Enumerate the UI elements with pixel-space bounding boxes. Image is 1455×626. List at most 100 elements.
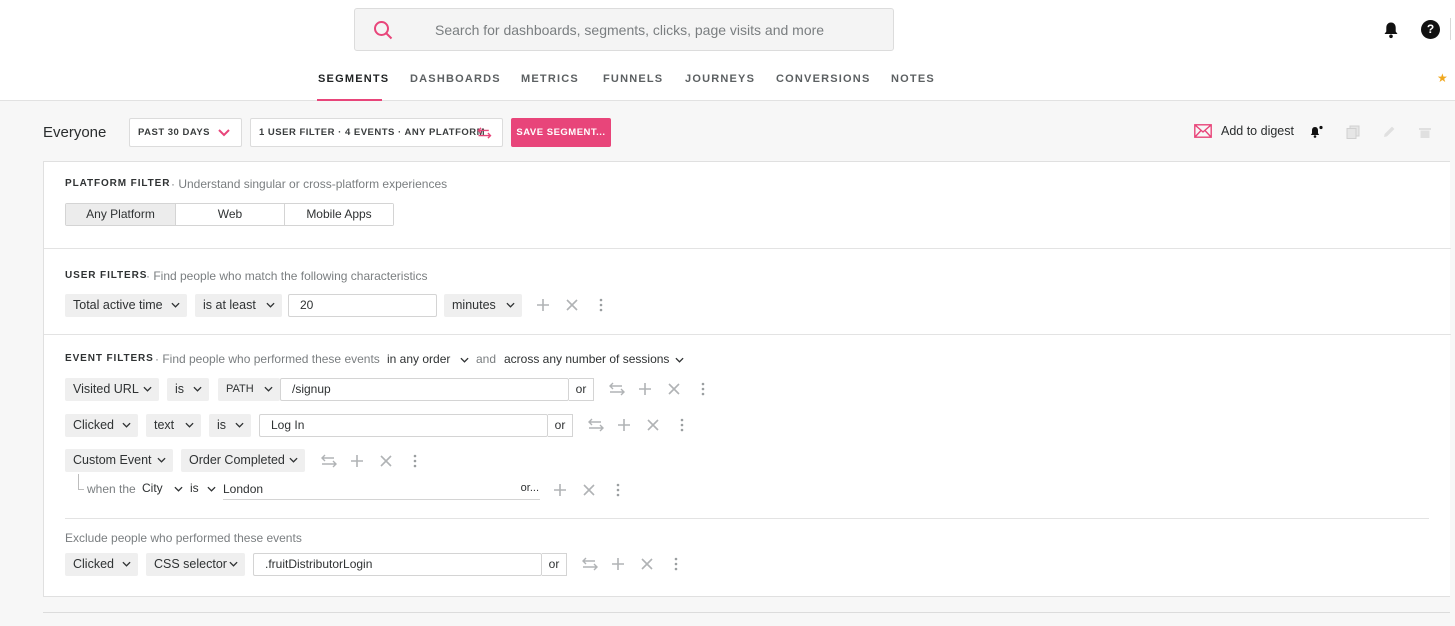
condition-value-input[interactable]: London or... bbox=[223, 478, 540, 500]
star-icon[interactable]: ★ bbox=[1437, 71, 1448, 85]
swap-icon[interactable] bbox=[582, 557, 598, 571]
search-input[interactable] bbox=[435, 9, 875, 50]
add-icon[interactable] bbox=[350, 454, 364, 468]
event-type-dropdown[interactable]: Custom Event bbox=[65, 449, 173, 472]
click-field-label: text bbox=[154, 418, 175, 432]
chevron-down-icon bbox=[157, 457, 166, 463]
event-type-label: Visited URL bbox=[73, 382, 139, 396]
notifications-bell-icon[interactable] bbox=[1382, 21, 1400, 39]
event-filters-heading: EVENT FILTERS bbox=[65, 353, 154, 364]
help-icon[interactable]: ? bbox=[1421, 20, 1440, 39]
more-options-icon[interactable] bbox=[611, 483, 625, 497]
chevron-down-icon bbox=[207, 486, 216, 492]
platform-selector: Any Platform Web Mobile Apps bbox=[65, 203, 394, 226]
segment-toolbar: Everyone PAST 30 DAYS 1 USER FILTER · 4 … bbox=[0, 118, 1455, 148]
platform-option-any[interactable]: Any Platform bbox=[66, 204, 175, 225]
add-icon[interactable] bbox=[638, 382, 652, 396]
add-icon[interactable] bbox=[617, 418, 631, 432]
condition-property-dropdown[interactable]: City bbox=[142, 481, 183, 495]
or-button[interactable]: or... bbox=[521, 482, 539, 494]
exclude-field-label: CSS selector bbox=[154, 557, 227, 571]
active-tab-indicator bbox=[317, 99, 382, 101]
more-options-icon[interactable] bbox=[408, 454, 422, 468]
url-value-input[interactable]: /signup bbox=[280, 378, 569, 401]
divider bbox=[1450, 18, 1451, 40]
add-icon[interactable] bbox=[553, 483, 567, 497]
exclude-event-dropdown[interactable]: Clicked bbox=[65, 553, 138, 576]
user-unit-dropdown[interactable]: minutes bbox=[444, 294, 522, 317]
user-value-input[interactable]: 20 bbox=[288, 294, 437, 317]
chevron-down-icon bbox=[185, 422, 194, 428]
condition-property-label: City bbox=[142, 481, 163, 495]
more-options-icon[interactable] bbox=[675, 418, 689, 432]
more-options-icon[interactable] bbox=[594, 298, 608, 312]
event-type-dropdown[interactable]: Visited URL bbox=[65, 378, 159, 401]
remove-icon[interactable] bbox=[646, 418, 660, 432]
event-type-dropdown[interactable]: Clicked bbox=[65, 414, 138, 437]
edit-pencil-icon[interactable] bbox=[1382, 125, 1396, 139]
divider bbox=[44, 334, 1451, 335]
exclude-field-dropdown[interactable]: CSS selector bbox=[146, 553, 245, 576]
date-range-dropdown[interactable]: PAST 30 DAYS bbox=[129, 118, 242, 147]
platform-filter-subtitle: · Understand singular or cross-platform … bbox=[171, 177, 448, 191]
remove-icon[interactable] bbox=[582, 483, 596, 497]
platform-option-mobile[interactable]: Mobile Apps bbox=[284, 204, 393, 225]
tab-dashboards[interactable]: DASHBOARDS bbox=[410, 73, 501, 85]
more-options-icon[interactable] bbox=[669, 557, 683, 571]
url-field-dropdown[interactable]: PATH bbox=[218, 378, 280, 401]
divider bbox=[44, 248, 1451, 249]
chevron-down-icon bbox=[122, 561, 131, 567]
event-filters-subtitle: · Find people who performed these events bbox=[155, 352, 380, 366]
click-field-dropdown[interactable]: text bbox=[146, 414, 201, 437]
add-icon[interactable] bbox=[536, 298, 550, 312]
save-segment-button[interactable]: SAVE SEGMENT... bbox=[511, 118, 611, 147]
copy-icon[interactable] bbox=[1346, 125, 1360, 139]
event-operator-dropdown[interactable]: is bbox=[167, 378, 209, 401]
tab-metrics[interactable]: METRICS bbox=[521, 73, 579, 85]
mail-icon bbox=[1194, 124, 1212, 138]
chevron-down-icon bbox=[675, 357, 684, 363]
trash-icon[interactable] bbox=[1418, 125, 1432, 139]
remove-icon[interactable] bbox=[379, 454, 393, 468]
tab-notes[interactable]: NOTES bbox=[891, 73, 935, 85]
add-icon[interactable] bbox=[611, 557, 625, 571]
chevron-down-icon bbox=[174, 486, 183, 492]
chevron-down-icon bbox=[171, 302, 180, 308]
remove-icon[interactable] bbox=[667, 382, 681, 396]
add-to-digest-link[interactable]: Add to digest bbox=[1221, 124, 1294, 138]
user-filters-heading: USER FILTERS bbox=[65, 270, 148, 281]
tab-funnels[interactable]: FUNNELS bbox=[603, 73, 663, 85]
user-operator-dropdown[interactable]: is at least bbox=[195, 294, 282, 317]
segment-summary-button[interactable]: 1 USER FILTER · 4 EVENTS · ANY PLATFORM bbox=[250, 118, 503, 147]
chevron-down-icon bbox=[218, 129, 230, 137]
event-order-dropdown[interactable]: in any order bbox=[387, 352, 469, 366]
alert-bell-icon[interactable] bbox=[1309, 125, 1323, 139]
tab-journeys[interactable]: JOURNEYS bbox=[685, 73, 755, 85]
exclude-label: Exclude people who performed these event… bbox=[65, 531, 302, 545]
platform-filter-heading: PLATFORM FILTER bbox=[65, 178, 171, 189]
condition-operator-dropdown[interactable]: is bbox=[190, 481, 216, 495]
custom-event-name-dropdown[interactable]: Order Completed bbox=[181, 449, 305, 472]
or-button[interactable]: or bbox=[548, 414, 573, 437]
swap-icon[interactable] bbox=[588, 418, 604, 432]
more-options-icon[interactable] bbox=[696, 382, 710, 396]
exclude-value-input[interactable]: .fruitDistributorLogin bbox=[253, 553, 542, 576]
swap-icon[interactable] bbox=[321, 454, 337, 468]
user-property-dropdown[interactable]: Total active time bbox=[65, 294, 187, 317]
remove-icon[interactable] bbox=[565, 298, 579, 312]
user-unit-label: minutes bbox=[452, 298, 496, 312]
or-button[interactable]: or bbox=[542, 553, 567, 576]
tab-segments[interactable]: SEGMENTS bbox=[318, 73, 389, 85]
url-field-label: PATH bbox=[226, 383, 254, 395]
tab-conversions[interactable]: CONVERSIONS bbox=[776, 73, 871, 85]
remove-icon[interactable] bbox=[640, 557, 654, 571]
or-button[interactable]: or bbox=[569, 378, 594, 401]
event-operator-dropdown[interactable]: is bbox=[209, 414, 251, 437]
platform-option-web[interactable]: Web bbox=[175, 204, 284, 225]
chevron-down-icon bbox=[460, 357, 469, 363]
swap-icon[interactable] bbox=[609, 382, 625, 396]
click-value-input[interactable]: Log In bbox=[259, 414, 548, 437]
chevron-down-icon bbox=[193, 386, 202, 392]
global-search[interactable] bbox=[354, 8, 894, 51]
sessions-dropdown[interactable]: across any number of sessions bbox=[504, 352, 684, 366]
